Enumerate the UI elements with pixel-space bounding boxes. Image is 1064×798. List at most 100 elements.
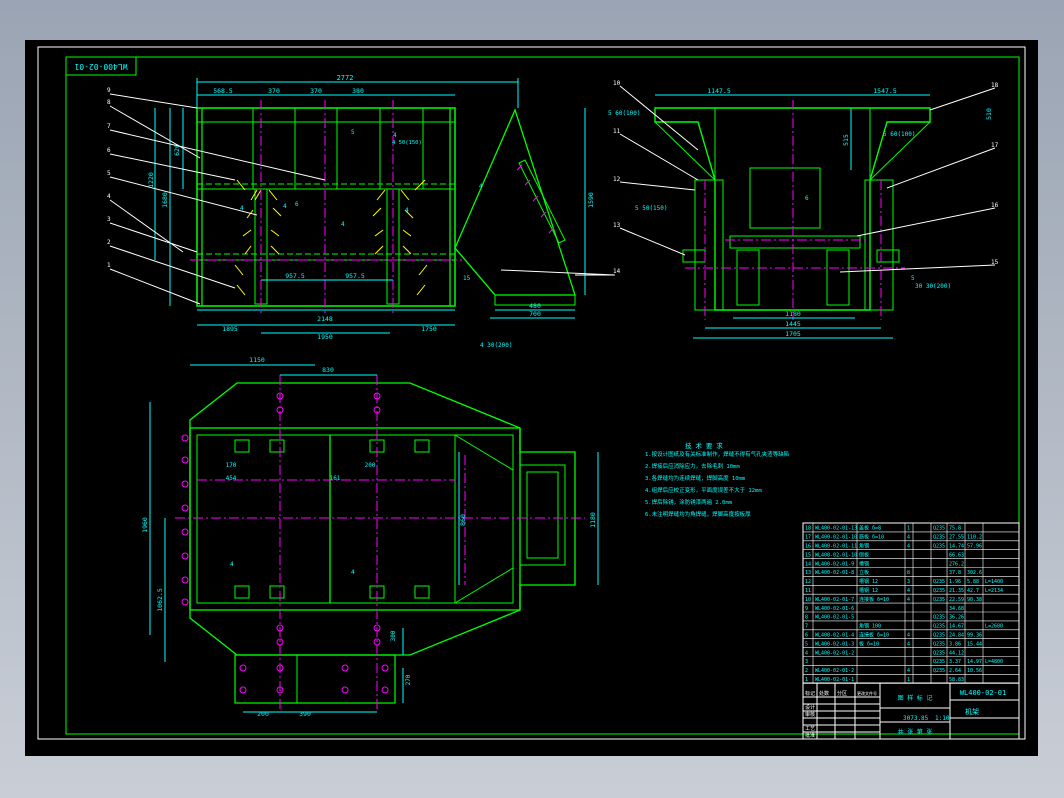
plan-weld-1: 4 xyxy=(351,569,355,576)
bom-cell-no: 17 xyxy=(805,535,811,541)
plan-inner-dim-0: 170 xyxy=(226,462,237,469)
title-scale: 1:10 xyxy=(935,715,950,722)
title-sign-0: 标记 xyxy=(805,690,815,697)
front-leader-7: 2 xyxy=(107,239,111,246)
plan-left-dim-0: 1960 xyxy=(141,517,149,533)
bom-cell-mat: Q235 xyxy=(933,650,945,656)
side-right-leader-1: 17 xyxy=(991,142,999,149)
bom-row: 16 WL400-02-01-11 角钢 4 Q235 14.74 57.96 xyxy=(805,543,982,550)
bom-cell-code: WL400-02-01-11 xyxy=(815,544,857,550)
bom-cell-w2: 57.96 xyxy=(967,544,982,550)
plan-bottom-dim-0: 200 xyxy=(257,710,269,718)
bom-row: 1 WL400-02-01-1 1 58.83 xyxy=(805,677,964,683)
front-top-dim-0: 568.5 xyxy=(213,87,233,95)
bom-row: 6 WL400-02-01-4 连接板 δ=10 4 Q235 24.84 99.36 xyxy=(805,632,982,639)
title-weight: 3073.85 xyxy=(903,715,929,722)
plan-top-dim-1: 830 xyxy=(322,366,334,374)
bom-cell-no: 16 xyxy=(805,544,811,550)
title-part-name: 机架 xyxy=(965,707,979,716)
bom-cell-mat: Q235 xyxy=(933,659,945,665)
plan-right-dim-1: 860 xyxy=(459,514,467,526)
side-weld-3: 6 xyxy=(805,195,809,202)
front-top-dim-2: 370 xyxy=(310,87,322,95)
bom-cell-no: 3 xyxy=(805,659,808,665)
plan-side-dim-0: 300 xyxy=(390,630,397,641)
bom-row: 8 WL400-02-01-5 Q235 36.26 xyxy=(805,615,964,621)
bom-cell-w1: 3.86 xyxy=(949,641,961,647)
bom-cell-qty: 4 xyxy=(907,588,910,594)
side-weld-4: 5 xyxy=(911,275,915,282)
front-weld-4: 4 xyxy=(479,183,483,190)
side-view: 1147.5 1547.5 515 510 1180 1445 1705 5 6… xyxy=(608,80,999,339)
side-left-leader-1: 11 xyxy=(613,128,621,135)
bom-row: 5 WL400-02-01-3 板 δ=10 4 Q235 3.86 15.44 xyxy=(805,640,982,647)
plan-bottom-dim-1: 390 xyxy=(299,710,311,718)
side-left-leader-0: 10 xyxy=(613,80,621,87)
side-top-dim-0: 1147.5 xyxy=(707,87,731,95)
bom-cell-w1: 14.74 xyxy=(949,544,964,550)
bom-cell-w1: 58.83 xyxy=(949,677,964,683)
plan-inner-dim-2: 454 xyxy=(226,475,237,482)
bom-row: 2 WL400-02-01-2 4 Q235 2.64 10.56 xyxy=(805,668,982,674)
front-weld-1: 4 xyxy=(283,203,287,210)
bom-cell-name: 槽钢 12 xyxy=(859,578,878,585)
note-line-4: 5.焊后除锈，涂防锈漆两遍 2.0mm xyxy=(645,498,733,506)
front-leader-4: 5 xyxy=(107,170,111,177)
bom-cell-no: 14 xyxy=(805,561,811,567)
title-sheet: 共 张 第 张 xyxy=(898,728,933,736)
bom-cell-no: 1 xyxy=(805,677,808,683)
bom-cell-no: 12 xyxy=(805,579,811,585)
bom-cell-name: 角钢 xyxy=(859,543,869,550)
front-top-dim-1: 370 xyxy=(268,87,280,95)
cad-drawing-viewport[interactable]: WL400-02-01 2772 568.5 370 370 380 1895 … xyxy=(25,40,1038,756)
bom-cell-name: 盖板 δ=8 xyxy=(859,525,881,532)
front-weld-6: 4 xyxy=(240,205,244,212)
bom-row: 13 WL400-02-01-8 立板 8 37.8 302.6 xyxy=(805,569,982,576)
bom-cell-name: 连接板 δ=10 xyxy=(859,632,889,639)
bom-cell-qty: 4 xyxy=(907,544,910,550)
side-weld-2: 5 50(150) xyxy=(635,205,668,212)
technical-notes: 技 术 要 求 1.按设计图纸及有关标准制作，焊缝不得有气孔夹渣等缺陷 2.焊接… xyxy=(645,441,789,518)
bom-cell-mat: Q235 xyxy=(933,535,945,541)
bom-cell-code: WL400-02-01-10 xyxy=(815,535,857,541)
bom-cell-mat: Q235 xyxy=(933,588,945,594)
bom-cell-w2: 110.2 xyxy=(967,535,982,541)
bom-cell-mat: Q235 xyxy=(933,641,945,647)
bom-cell-mat: Q235 xyxy=(933,624,945,630)
bom-cell-qty: 1 xyxy=(907,526,910,532)
front-leader-6: 3 xyxy=(107,216,111,223)
bom-cell-code: WL400-02-01-7 xyxy=(815,597,854,603)
bom-cell-code: WL400-02-01-4 xyxy=(815,633,854,639)
bom-cell-w1: 22.59 xyxy=(949,597,964,603)
bom-cell-code: WL400-02-01-1 xyxy=(815,677,854,683)
front-bottom-dim-0: 1895 xyxy=(222,325,238,333)
plan-base-plate xyxy=(234,654,396,704)
plan-inner-dim-1: 200 xyxy=(365,462,376,469)
front-chute-dim-0: 480 xyxy=(529,302,541,310)
side-left-leader-3: 13 xyxy=(613,222,621,229)
bom-cell-w1: 3.37 xyxy=(949,659,961,665)
front-inner-dim-0: 957.5 xyxy=(285,272,305,280)
svg-text:4 50(150): 4 50(150) xyxy=(392,140,422,146)
bom-cell-w1: 66.63 xyxy=(949,552,964,558)
bom-row: 14 WL400-02-01-9 槽钢 276.2 xyxy=(805,560,964,567)
bom-cell-w1: 34.68 xyxy=(949,606,964,612)
bom-cell-qty: 4 xyxy=(907,668,910,674)
note-line-1: 2.焊接后应消除应力，去除毛刺 10mm xyxy=(645,462,740,470)
bom-cell-note: L=2680 xyxy=(985,624,1003,630)
side-bottom-dim-1: 1445 xyxy=(785,320,801,328)
side-right-leader-3: 15 xyxy=(991,259,999,266)
front-weld-5: 4 xyxy=(393,132,397,139)
front-leader-2: 7 xyxy=(107,123,111,130)
bom-cell-w1: 44.12 xyxy=(949,650,964,656)
bom-cell-qty: 1 xyxy=(907,677,910,683)
plan-top-dim-0: 1150 xyxy=(249,356,265,364)
bom-cell-qty: 4 xyxy=(907,641,910,647)
bom-cell-note: L=2134 xyxy=(985,588,1003,594)
plan-right-dim-0: 1180 xyxy=(589,512,597,528)
bom-cell-w1: 27.55 xyxy=(949,535,964,541)
title-header: 图 样 标 记 xyxy=(898,694,933,702)
bom-cell-name: 槽钢 xyxy=(859,560,869,567)
front-chute-dim-1: 700 xyxy=(529,310,541,318)
front-weld-0: 5 xyxy=(351,129,355,136)
